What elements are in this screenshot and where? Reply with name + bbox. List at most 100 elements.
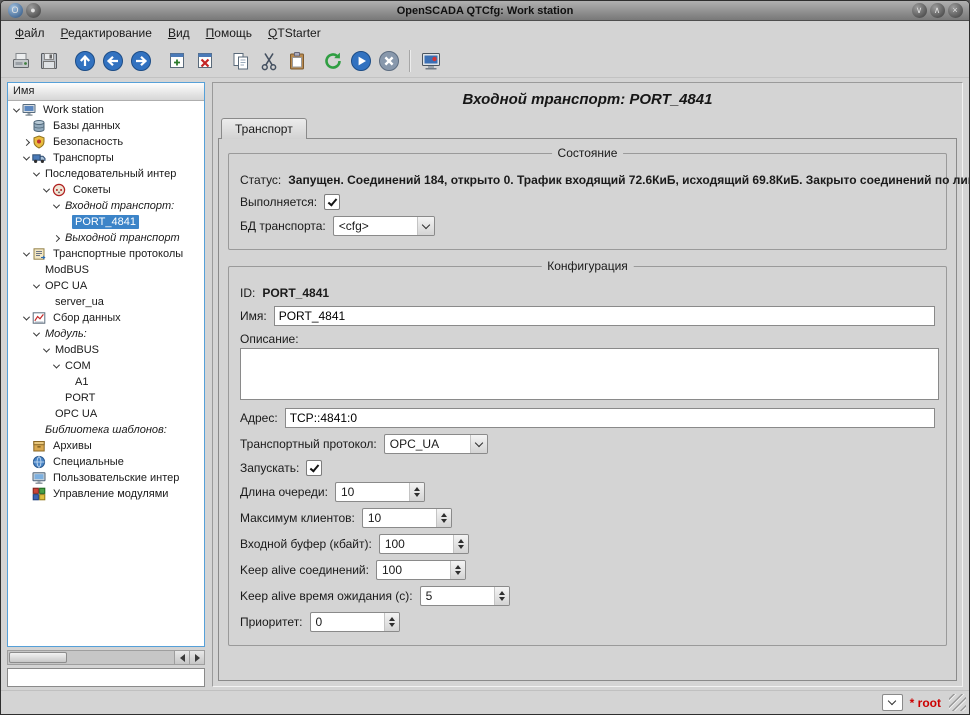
keepalive-timeout-spinbox[interactable]: 5 (420, 586, 510, 606)
tree-item-sockets[interactable]: Сокеты (8, 182, 204, 198)
collapse-icon[interactable] (21, 156, 32, 161)
max-clients-label: Максимум клиентов: (240, 511, 355, 525)
tree-item-module-group[interactable]: Модуль: (8, 326, 204, 342)
tree-item-output-transport-group[interactable]: Выходной транспорт (8, 230, 204, 246)
tree-item-module-management[interactable]: Управление модулями (8, 486, 204, 502)
close-icon[interactable]: × (948, 3, 963, 18)
tree-item-server-ua[interactable]: server_ua (8, 294, 204, 310)
menu-item-help[interactable]: Помощь (198, 23, 260, 43)
spin-arrows-icon[interactable] (436, 509, 451, 527)
tree-item-com[interactable]: COM (8, 358, 204, 374)
statusbar-user: * root (910, 696, 941, 710)
tree-item-databases[interactable]: Базы данных (8, 118, 204, 134)
tree-item-modbus-module[interactable]: ModBUS (8, 342, 204, 358)
pin-icon[interactable]: ● (26, 3, 41, 18)
tree-item-serial-interfaces[interactable]: Последовательный интер (8, 166, 204, 182)
start-checkbox[interactable] (306, 460, 322, 476)
statusbar-dropdown[interactable] (882, 694, 903, 711)
copy-item-button[interactable] (227, 47, 255, 75)
scroll-left-icon[interactable] (174, 651, 189, 664)
load-from-db-button[interactable] (7, 47, 35, 75)
tree-item-archives[interactable]: Архивы (8, 438, 204, 454)
expand-icon[interactable] (21, 140, 32, 145)
app-icon[interactable]: O (8, 3, 23, 18)
collapse-icon[interactable] (51, 204, 62, 209)
qtstarter-button[interactable] (417, 47, 445, 75)
tree-item-input-transport-group[interactable]: Входной транспорт: (8, 198, 204, 214)
max-clients-spinbox[interactable]: 10 (362, 508, 452, 528)
work-area: Имя Work stationБазы данныхБезопасностьТ… (1, 78, 969, 690)
title-bar[interactable]: O ● OpenSCADA QTCfg: Work station ∨ ∧ × (1, 1, 969, 21)
scrollbar-thumb[interactable] (9, 652, 67, 663)
menu-item-edit[interactable]: Редактирование (53, 23, 160, 43)
tree-item-template-library-group[interactable]: Библиотека шаблонов: (8, 422, 204, 438)
address-input[interactable] (285, 408, 935, 428)
tree-panel: Имя Work stationБазы данныхБезопасностьТ… (7, 82, 205, 687)
expand-icon[interactable] (51, 236, 62, 241)
menu-item-file[interactable]: Файл (7, 23, 53, 43)
tree-item-label: Последовательный интер (42, 167, 179, 181)
app-window: O ● OpenSCADA QTCfg: Work station ∨ ∧ × … (0, 0, 970, 715)
add-item-button[interactable] (163, 47, 191, 75)
collapse-icon[interactable] (11, 108, 22, 113)
tree-item-modbus-protocol[interactable]: ModBUS (8, 262, 204, 278)
tree-item-opc-ua-module[interactable]: OPC UA (8, 406, 204, 422)
start-updating-button[interactable] (347, 47, 375, 75)
input-buffer-spinbox[interactable]: 100 (379, 534, 469, 554)
tab-transport[interactable]: Транспорт (221, 118, 307, 139)
back-button[interactable] (99, 47, 127, 75)
minimize-icon[interactable]: ∨ (912, 3, 927, 18)
menu-item-qtstarter[interactable]: QTStarter (260, 23, 329, 43)
spin-arrows-icon[interactable] (453, 535, 468, 553)
tree-item-a1[interactable]: A1 (8, 374, 204, 390)
scroll-right-icon[interactable] (189, 651, 204, 664)
tree-filter-input[interactable] (7, 668, 205, 687)
tree-item-specials[interactable]: Специальные (8, 454, 204, 470)
collapse-icon[interactable] (51, 364, 62, 369)
collapse-icon[interactable] (31, 172, 42, 177)
priority-spinbox[interactable]: 0 (310, 612, 400, 632)
tree-item-security[interactable]: Безопасность (8, 134, 204, 150)
tree-item-port-4841[interactable]: PORT_4841 (8, 214, 204, 230)
cut-item-button[interactable] (255, 47, 283, 75)
tree-item-data-acquisition[interactable]: Сбор данных (8, 310, 204, 326)
transport-db-combobox[interactable]: <cfg> (333, 216, 435, 236)
forward-button[interactable] (127, 47, 155, 75)
spin-arrows-icon[interactable] (384, 613, 399, 631)
collapse-icon[interactable] (41, 348, 52, 353)
maximize-icon[interactable]: ∧ (930, 3, 945, 18)
collapse-icon[interactable] (31, 284, 42, 289)
tree-item-port[interactable]: PORT (8, 390, 204, 406)
tree-item-label: Управление модулями (50, 487, 171, 501)
running-checkbox[interactable] (324, 194, 340, 210)
menu-item-view[interactable]: Вид (160, 23, 198, 43)
tree-item-work-station[interactable]: Work station (8, 102, 204, 118)
spin-arrows-icon[interactable] (409, 483, 424, 501)
delete-item-button[interactable] (191, 47, 219, 75)
tree-item-opc-ua-protocol[interactable]: OPC UA (8, 278, 204, 294)
keepalive-connections-spinbox[interactable]: 100 (376, 560, 466, 580)
tree-horizontal-scrollbar[interactable] (7, 650, 205, 665)
queue-length-spinbox[interactable]: 10 (335, 482, 425, 502)
tree-item-user-interfaces[interactable]: Пользовательские интер (8, 470, 204, 486)
description-textarea[interactable] (240, 348, 939, 400)
up-button[interactable] (71, 47, 99, 75)
paste-item-button[interactable] (283, 47, 311, 75)
tree-item-transport-protocols[interactable]: Транспортные протоколы (8, 246, 204, 262)
collapse-icon[interactable] (41, 188, 52, 193)
save-to-db-button[interactable] (35, 47, 63, 75)
collapse-icon[interactable] (31, 332, 42, 337)
state-groupbox: Состояние Статус: Запущен. Соединений 18… (228, 153, 947, 250)
spin-arrows-icon[interactable] (494, 587, 509, 605)
resize-grip[interactable] (949, 694, 966, 711)
collapse-icon[interactable] (21, 252, 32, 257)
protocol-combobox[interactable]: OPC_UA (384, 434, 488, 454)
refresh-button[interactable] (319, 47, 347, 75)
tree-item-transports[interactable]: Транспорты (8, 150, 204, 166)
spin-value: 0 (316, 615, 323, 629)
name-input[interactable] (274, 306, 935, 326)
spin-arrows-icon[interactable] (450, 561, 465, 579)
tree-header[interactable]: Имя (8, 83, 204, 101)
collapse-icon[interactable] (21, 316, 32, 321)
stop-updating-button[interactable] (375, 47, 403, 75)
